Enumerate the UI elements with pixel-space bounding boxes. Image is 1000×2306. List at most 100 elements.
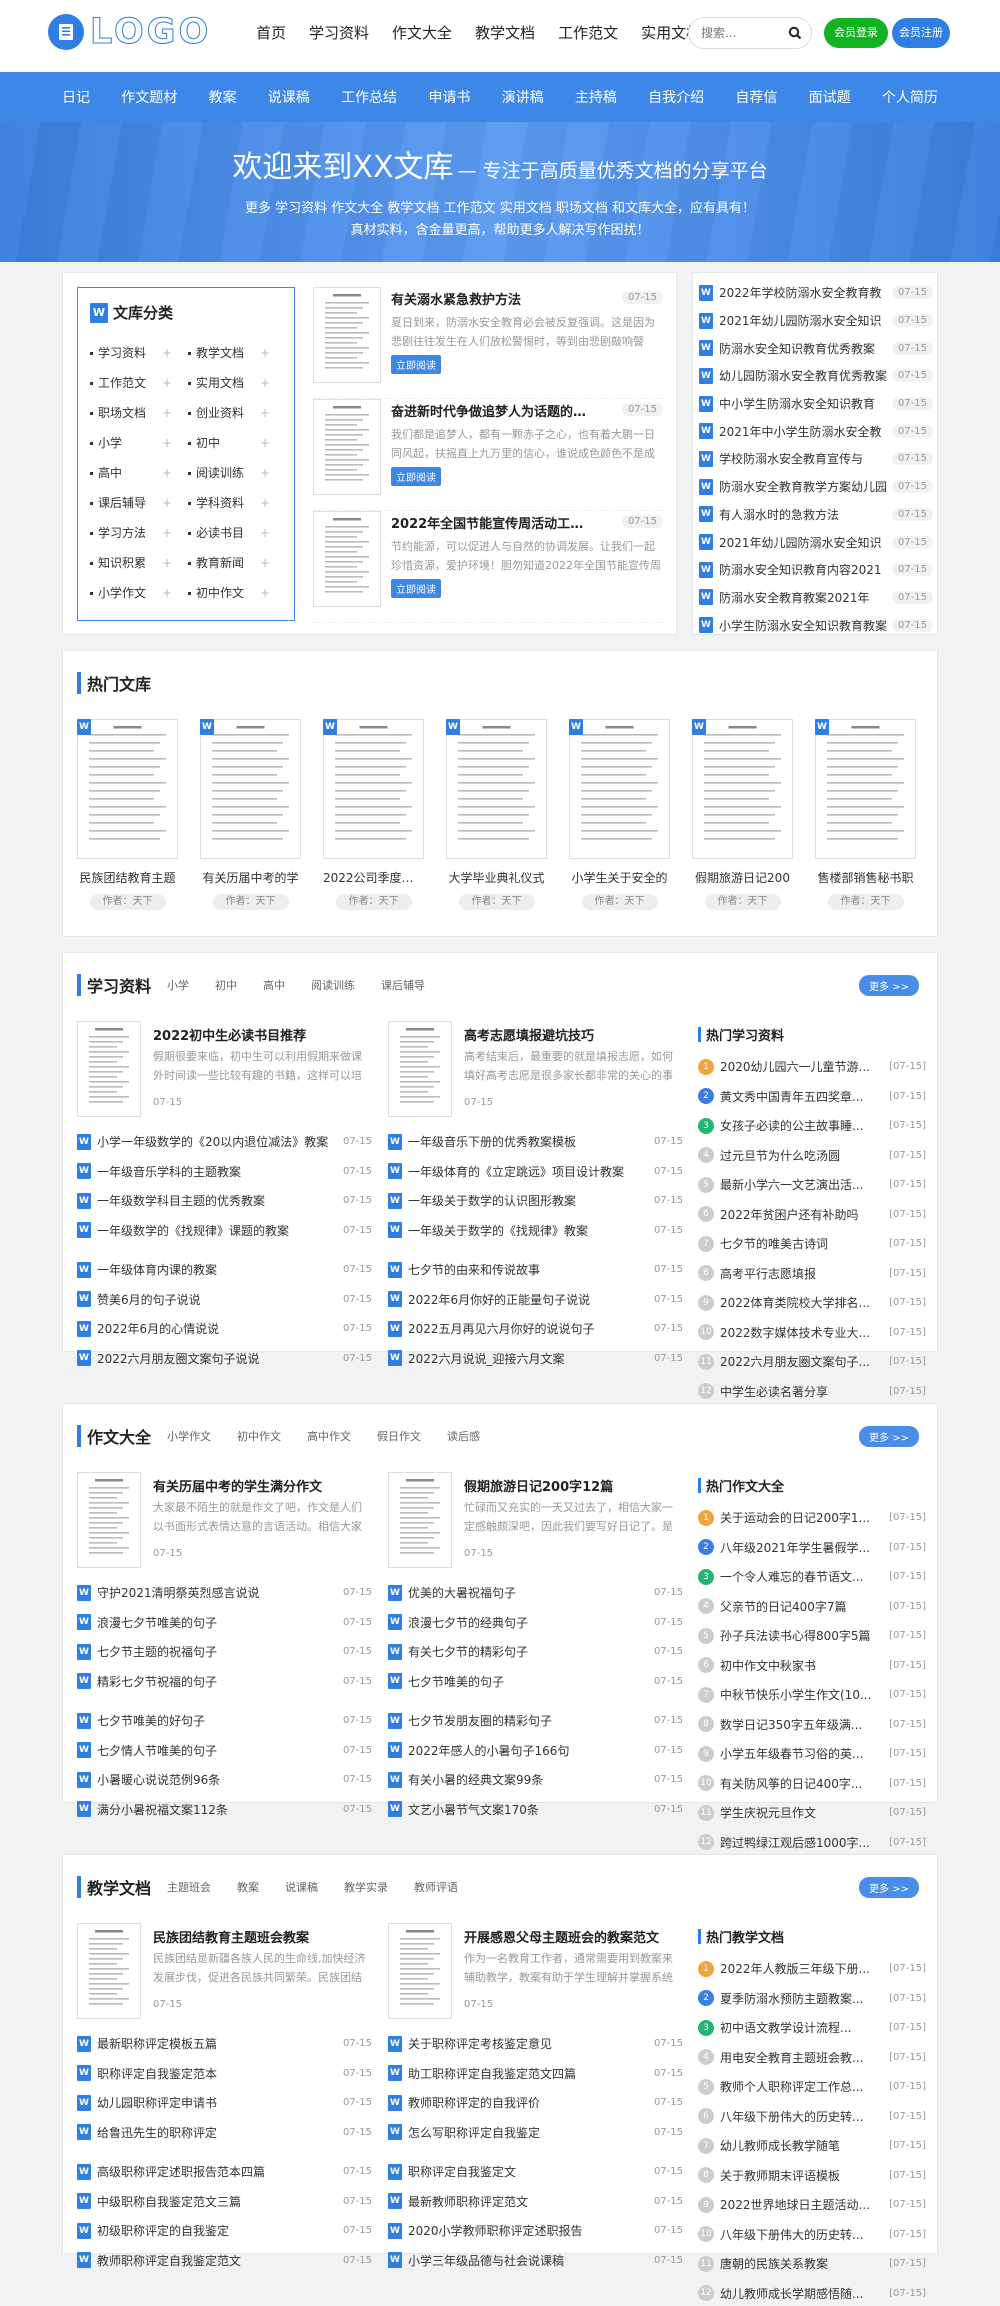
section-tab[interactable]: 初中 [215,977,237,993]
category-item[interactable]: 学科资料 + [186,494,284,512]
category-item[interactable]: 小学 + [88,434,186,452]
list-item[interactable]: W 关于职称评定考核鉴定意见 07-15 [388,2029,683,2059]
article-thumbnail[interactable] [77,1021,141,1117]
section-tab[interactable]: 小学作文 [167,1428,211,1444]
category-nav-item[interactable]: 教案 [209,87,237,107]
list-item[interactable]: W 职称评定自我鉴定文 07-15 [388,2157,683,2187]
ranking-item[interactable]: 5 孙子兵法读书心得800字5篇 [07-15] [698,1621,926,1651]
category-nav-item[interactable]: 申请书 [428,87,470,107]
list-item[interactable]: W 一年级数学的《找规律》课题的教案 07-15 [77,1216,372,1246]
article-title[interactable]: 奋进新时代争做追梦人为话题的高中作 [391,401,591,420]
hot-doc-card[interactable]: W 假期旅游日记200 作者：天下 [692,719,793,910]
ranking-item[interactable]: 4 父亲节的日记400字7篇 [07-15] [698,1592,926,1622]
list-item[interactable]: W 2022年6月你好的正能量句子说说 07-15 [388,1285,683,1315]
list-item[interactable]: W 防溺水安全知识教育优秀教案 07-15 [699,334,933,362]
list-item[interactable]: W 2022五月再见六月你好的说说句子 07-15 [388,1314,683,1344]
hot-doc-card[interactable]: W 售楼部销售秘书职 作者：天下 [815,719,916,910]
ranking-item[interactable]: 9 小学五年级春节习俗的英... [07-15] [698,1739,926,1769]
article-title[interactable]: 假期旅游日记200字12篇 [464,1476,683,1495]
nav-item[interactable]: 工作范文 [558,22,618,44]
section-tab[interactable]: 高中作文 [307,1428,351,1444]
ranking-item[interactable]: 1 2020幼儿园六一儿童节游... [07-15] [698,1052,926,1082]
category-item[interactable]: 教学文档 + [186,344,284,362]
list-item[interactable]: W 高级职称评定述职报告范本四篇 07-15 [77,2157,372,2187]
list-item[interactable]: W 小学生防溺水安全知识教育教案 07-15 [699,611,933,639]
login-button[interactable]: 会员登录 [824,18,888,48]
category-nav-item[interactable]: 自我介绍 [648,87,704,107]
section-tab[interactable]: 教师评语 [414,1879,458,1895]
section-tab[interactable]: 课后辅导 [381,977,425,993]
list-item[interactable]: W 最新职称评定模板五篇 07-15 [77,2029,372,2059]
list-item[interactable]: W 2022年感人的小暑句子166句 07-15 [388,1736,683,1766]
ranking-item[interactable]: 2 黄文秀中国青年五四奖章... [07-15] [698,1082,926,1112]
list-item[interactable]: W 一年级音乐学科的主题教案 07-15 [77,1157,372,1187]
list-item[interactable]: W 小学三年级品德与社会说课稿 07-15 [388,2246,683,2276]
list-item[interactable]: W 初级职称评定的自我鉴定 07-15 [77,2216,372,2246]
register-button[interactable]: 会员注册 [892,18,950,48]
category-nav-item[interactable]: 作文题材 [121,87,177,107]
more-button[interactable]: 更多 >> [859,975,919,996]
read-now-button[interactable]: 立即阅读 [391,355,441,374]
ranking-item[interactable]: 11 学生庆祝元旦作文 [07-15] [698,1798,926,1828]
article-title[interactable]: 有关溺水紧急救护方法 [391,289,591,308]
section-tab[interactable]: 阅读训练 [311,977,355,993]
ranking-item[interactable]: 7 中秋节快乐小学生作文(10... [07-15] [698,1680,926,1710]
list-item[interactable]: W 中级职称自我鉴定范文三篇 07-15 [77,2187,372,2217]
list-item[interactable]: W 2021年幼儿园防溺水安全知识 07-15 [699,528,933,556]
list-item[interactable]: W 2022六月朋友圈文案句子说说 07-15 [77,1344,372,1374]
more-button[interactable]: 更多 >> [859,1426,919,1447]
article-title[interactable]: 高考志愿填报避坑技巧 [464,1025,683,1044]
list-item[interactable]: W 2022年6月的心情说说 07-15 [77,1314,372,1344]
ranking-item[interactable]: 3 一个令人难忘的春节语文... [07-15] [698,1562,926,1592]
list-item[interactable]: W 有人溺水时的急救方法 07-15 [699,501,933,529]
hot-doc-card[interactable]: W 2022公司季度工作 作者：天下 [323,719,424,910]
category-nav-item[interactable]: 演讲稿 [502,87,544,107]
list-item[interactable]: W 小暑暖心说说范例96条 07-15 [77,1765,372,1795]
category-item[interactable]: 小学作文 + [88,584,186,602]
ranking-item[interactable]: 2 夏季防溺水预防主题教案... [07-15] [698,1984,926,2014]
list-item[interactable]: W 防溺水安全教育教案2021年 07-15 [699,584,933,612]
list-item[interactable]: W 教师职称评定自我鉴定范文 07-15 [77,2246,372,2276]
list-item[interactable]: W 七夕节的由来和传说故事 07-15 [388,1255,683,1285]
ranking-item[interactable]: 11 2022六月朋友圈文案句子... [07-15] [698,1347,926,1377]
list-item[interactable]: W 一年级数学科目主题的优秀教案 07-15 [77,1186,372,1216]
ranking-item[interactable]: 11 唐朝的民族关系教案 [07-15] [698,2249,926,2279]
list-item[interactable]: W 最新教师职称评定范文 07-15 [388,2187,683,2217]
ranking-item[interactable]: 12 跨过鸭绿江观后感1000字... [07-15] [698,1828,926,1858]
read-now-button[interactable]: 立即阅读 [391,467,441,486]
list-item[interactable]: W 防溺水安全教育教学方案幼儿园 07-15 [699,473,933,501]
ranking-item[interactable]: 7 七夕节的唯美古诗词 [07-15] [698,1229,926,1259]
list-item[interactable]: W 幼儿园防溺水安全教育优秀教案 07-15 [699,362,933,390]
list-item[interactable]: W 学校防溺水安全教育宣传与 07-15 [699,445,933,473]
ranking-item[interactable]: 8 高考平行志愿填报 [07-15] [698,1259,926,1289]
list-item[interactable]: W 2021年幼儿园防溺水安全知识 07-15 [699,307,933,335]
ranking-item[interactable]: 8 数学日记350字五年级满... [07-15] [698,1710,926,1740]
list-item[interactable]: W 一年级关于数学的《找规律》教案 07-15 [388,1216,683,1246]
section-tab[interactable]: 读后感 [447,1428,480,1444]
article-thumbnail[interactable] [77,1472,141,1568]
list-item[interactable]: W 一年级音乐下册的优秀教案模板 07-15 [388,1127,683,1157]
category-item[interactable]: 职场文档 + [88,404,186,422]
ranking-item[interactable]: 3 女孩子必读的公主故事睡... [07-15] [698,1111,926,1141]
list-item[interactable]: W 满分小暑祝福文案112条 07-15 [77,1795,372,1825]
list-item[interactable]: W 2020小学教师职称评定述职报告 07-15 [388,2216,683,2246]
list-item[interactable]: W 有关七夕节的精彩句子 07-15 [388,1637,683,1667]
search-icon[interactable] [788,26,802,43]
category-item[interactable]: 教育新闻 + [186,554,284,572]
article-thumbnail[interactable] [313,399,381,495]
article-thumbnail[interactable] [77,1923,141,2019]
ranking-item[interactable]: 6 初中作文中秋家书 [07-15] [698,1651,926,1681]
category-nav-item[interactable]: 主持稿 [575,87,617,107]
list-item[interactable]: W 小学一年级数学的《20以内退位减法》教案 07-15 [77,1127,372,1157]
list-item[interactable]: W 2021年中小学生防溺水安全教 07-15 [699,417,933,445]
category-item[interactable]: 必读书目 + [186,524,284,542]
category-nav-item[interactable]: 面试题 [809,87,851,107]
category-item[interactable]: 初中作文 + [186,584,284,602]
category-item[interactable]: 实用文档 + [186,374,284,392]
nav-item[interactable]: 首页 [256,22,286,44]
ranking-item[interactable]: 10 2022数字媒体技术专业大... [07-15] [698,1318,926,1348]
article-title[interactable]: 开展感恩父母主题班会的教案范文 [464,1927,683,1946]
category-item[interactable]: 课后辅导 + [88,494,186,512]
list-item[interactable]: W 文艺小暑节气文案170条 07-15 [388,1795,683,1825]
ranking-item[interactable]: 5 教师个人职称评定工作总... [07-15] [698,2072,926,2102]
